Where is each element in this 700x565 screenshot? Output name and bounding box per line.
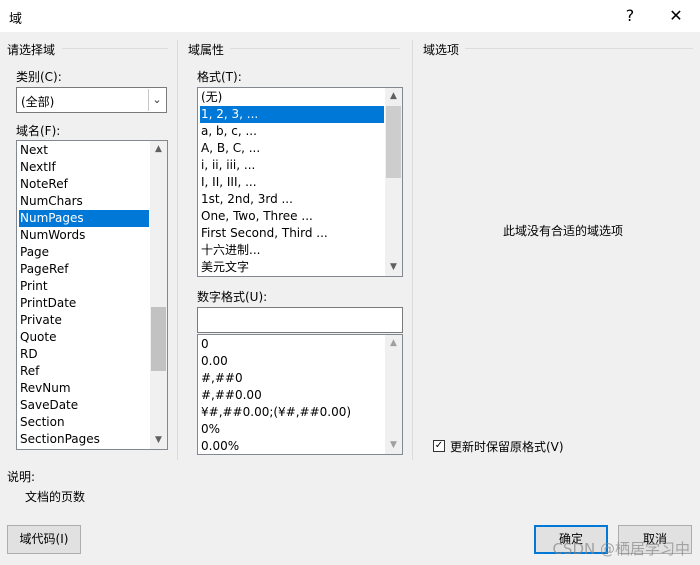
window-title: 域: [9, 12, 23, 27]
category-combobox[interactable]: (全部) ⌄: [16, 87, 167, 113]
vertical-divider: [412, 40, 413, 460]
format-list-item[interactable]: 1st, 2nd, 3rd ...: [200, 191, 384, 208]
format-list-item[interactable]: i, ii, iii, ...: [200, 157, 384, 174]
field-list-item[interactable]: Quote: [19, 329, 149, 346]
format-list-item[interactable]: A, B, C, ...: [200, 140, 384, 157]
format-label: 格式(T):: [197, 70, 242, 84]
category-value: (全部): [21, 95, 55, 109]
scroll-up-icon[interactable]: ▲: [150, 141, 167, 158]
description-label: 说明:: [7, 470, 36, 484]
field-list-item[interactable]: NumWords: [19, 227, 149, 244]
field-list-item[interactable]: Print: [19, 278, 149, 295]
title-bar: [0, 0, 700, 32]
field-names-label: 域名(F):: [16, 124, 61, 138]
format-list-item[interactable]: 美元文字: [200, 259, 384, 276]
preserve-format-checkbox[interactable]: ✓: [433, 440, 445, 452]
field-list-item[interactable]: Next: [19, 142, 149, 159]
format-list-item[interactable]: One, Two, Three ...: [200, 208, 384, 225]
field-list-item[interactable]: NumChars: [19, 193, 149, 210]
preserve-format-label[interactable]: 更新时保留原格式(V): [450, 438, 564, 455]
format-list-item[interactable]: I, II, III, ...: [200, 174, 384, 191]
number-format-list-item[interactable]: 0%: [200, 421, 384, 438]
number-format-list-item[interactable]: 0.00: [200, 353, 384, 370]
field-names-listbox[interactable]: Next NextIf NoteRef NumChars NumPages NumWord…: [16, 140, 168, 450]
vertical-divider: [177, 40, 178, 460]
number-format-scrollbar[interactable]: ▲ ▼: [385, 335, 402, 454]
field-list-item[interactable]: RD: [19, 346, 149, 363]
section-divider: [465, 48, 693, 49]
number-format-list-item[interactable]: #,##0.00: [200, 387, 384, 404]
format-scrollbar[interactable]: ▲ ▼: [385, 88, 402, 276]
field-names-scrollbar[interactable]: ▲ ▼: [150, 141, 167, 449]
help-button[interactable]: ?: [608, 0, 652, 32]
field-properties-section-title: 域属性: [188, 43, 225, 57]
no-options-message: 此域没有合适的域选项: [503, 224, 624, 238]
checkmark-icon: ✓: [434, 440, 444, 451]
section-divider: [62, 48, 168, 49]
number-format-listbox[interactable]: 0 0.00 #,##0 #,##0.00 ¥#,##0.00;(¥#,##0.00) 0…: [197, 334, 403, 455]
format-list-item[interactable]: First Second, Third ...: [200, 225, 384, 242]
close-button[interactable]: ✕: [654, 0, 698, 32]
field-list-item[interactable]: RevNum: [19, 380, 149, 397]
format-list-item[interactable]: a, b, c, ...: [200, 123, 384, 140]
field-options-section-title: 域选项: [423, 43, 460, 57]
field-codes-button[interactable]: 域代码(I): [7, 525, 81, 554]
number-format-list-item[interactable]: ¥#,##0.00;(¥#,##0.00): [200, 404, 384, 421]
field-list-item[interactable]: Ref: [19, 363, 149, 380]
field-list-item[interactable]: PrintDate: [19, 295, 149, 312]
select-field-section-title: 请选择域: [7, 43, 56, 57]
field-list-item[interactable]: Page: [19, 244, 149, 261]
section-divider: [230, 48, 400, 49]
scroll-down-icon[interactable]: ▼: [385, 259, 402, 276]
number-format-list-item[interactable]: #,##0: [200, 370, 384, 387]
category-label: 类别(C):: [16, 70, 62, 84]
scrollbar-thumb[interactable]: [386, 106, 401, 178]
scroll-down-icon[interactable]: ▼: [385, 437, 402, 454]
scroll-up-icon[interactable]: ▲: [385, 88, 402, 105]
format-listbox[interactable]: (无) 1, 2, 3, ... a, b, c, ... A, B, C, ... i…: [197, 87, 403, 277]
field-list-item[interactable]: Section: [19, 414, 149, 431]
field-list-item[interactable]: Private: [19, 312, 149, 329]
format-list-item[interactable]: 1, 2, 3, ...: [200, 106, 384, 123]
field-list-item[interactable]: SaveDate: [19, 397, 149, 414]
scroll-down-icon[interactable]: ▼: [150, 432, 167, 449]
number-format-list-item[interactable]: 0: [200, 336, 384, 353]
field-list-item[interactable]: NextIf: [19, 159, 149, 176]
number-format-label: 数字格式(U):: [197, 290, 268, 304]
field-list-item[interactable]: NoteRef: [19, 176, 149, 193]
field-list-item[interactable]: SectionPages: [19, 431, 149, 448]
scroll-up-icon[interactable]: ▲: [385, 335, 402, 352]
number-format-list-item[interactable]: 0.00%: [200, 438, 384, 454]
field-list-item[interactable]: PageRef: [19, 261, 149, 278]
scrollbar-thumb[interactable]: [151, 307, 166, 371]
format-list-item[interactable]: 十六进制...: [200, 242, 384, 259]
description-text: 文档的页数: [25, 490, 86, 504]
field-list-item[interactable]: NumPages: [19, 210, 149, 227]
format-list-item[interactable]: (无): [200, 89, 384, 106]
chevron-down-icon[interactable]: ⌄: [148, 89, 165, 111]
number-format-input[interactable]: [197, 307, 403, 333]
watermark: CSDN @栖居学习中: [552, 540, 690, 558]
